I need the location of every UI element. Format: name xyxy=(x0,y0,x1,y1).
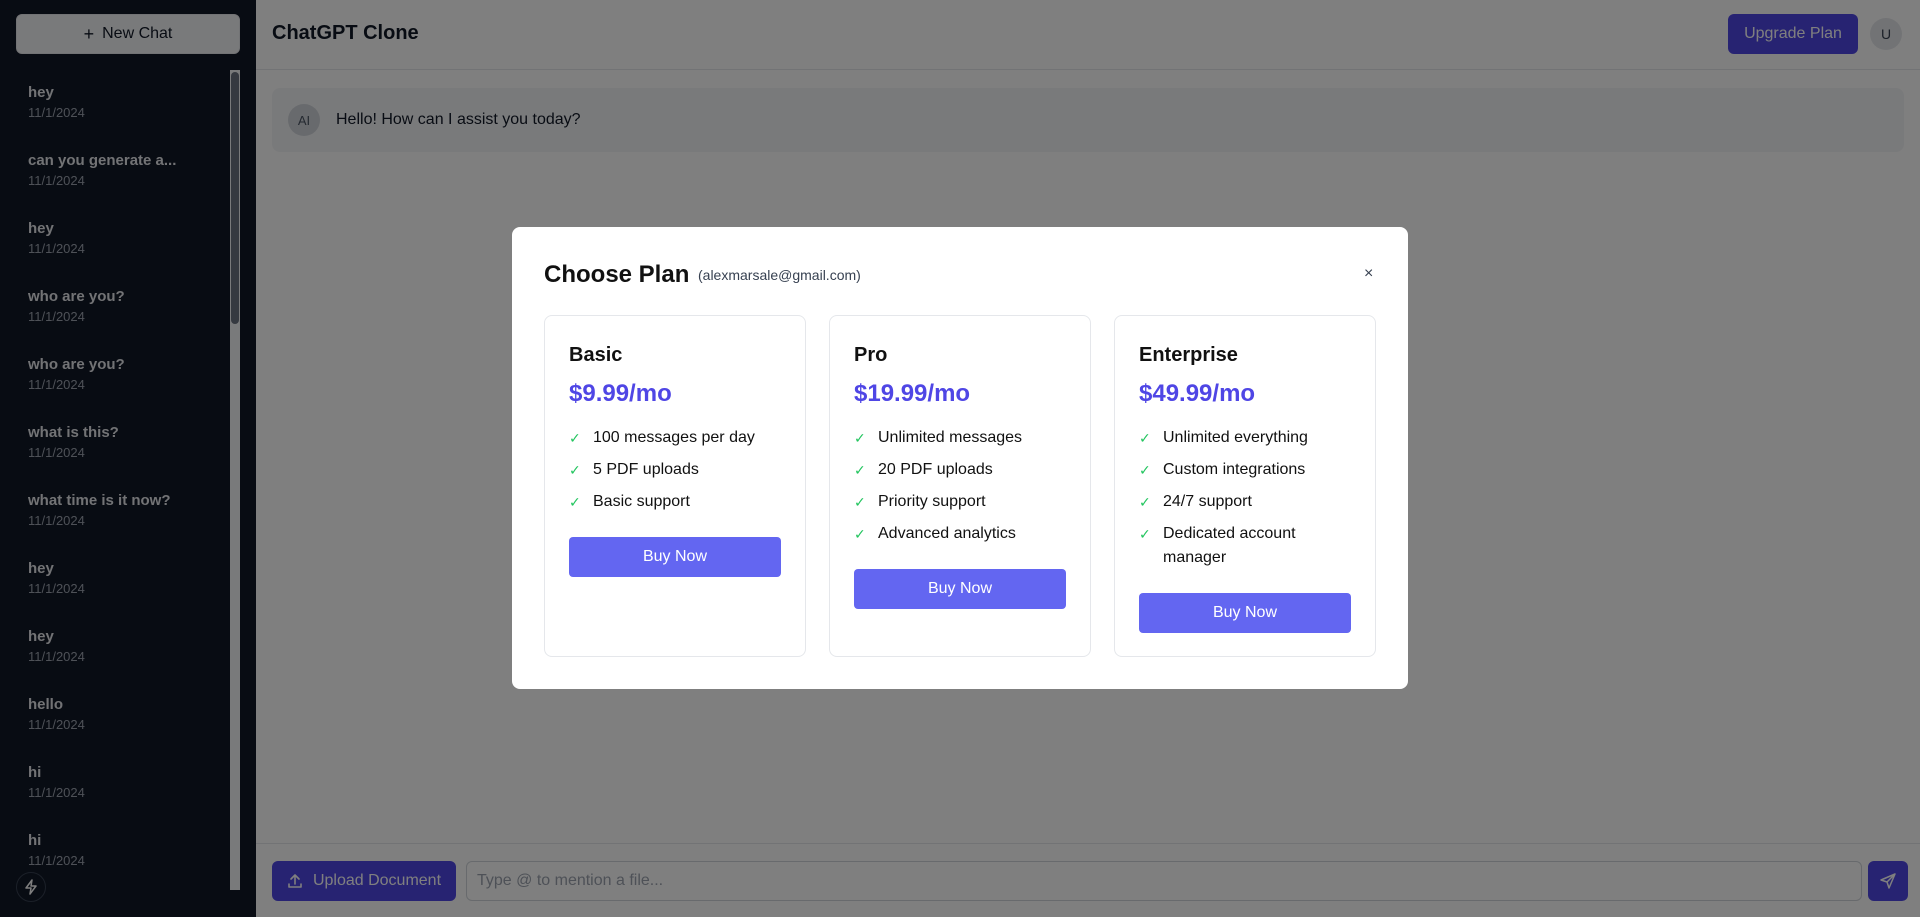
feature-list: ✓ 100 messages per day ✓ 5 PDF uploads ✓ Ba… xyxy=(569,426,789,522)
check-icon: ✓ xyxy=(1139,526,1151,542)
plan-price: $19.99/mo xyxy=(854,380,971,407)
feature-list: ✓ Unlimited messages ✓ 20 PDF uploads ✓ Pri… xyxy=(854,426,1074,554)
feature-text: Unlimited everything xyxy=(1163,429,1308,446)
check-icon: ✓ xyxy=(854,430,866,446)
feature-text: Basic support xyxy=(593,493,690,510)
check-icon: ✓ xyxy=(569,494,581,510)
feature-text: Unlimited messages xyxy=(878,429,1023,446)
check-icon: ✓ xyxy=(1139,462,1151,478)
feature-text: 100 messages per day xyxy=(593,429,755,446)
plan-card-enterprise: Enterprise $49.99/mo ✓ Unlimited everythi… xyxy=(1114,315,1376,657)
user-email: (alexmarsale@gmail.com) xyxy=(698,267,861,283)
feature-item: ✓ Priority support xyxy=(854,490,1074,514)
feature-text: 24/7 support xyxy=(1163,493,1252,510)
plan-name: Enterprise xyxy=(1139,344,1238,366)
check-icon: ✓ xyxy=(1139,494,1151,510)
buy-now-button-pro[interactable]: Buy Now xyxy=(854,569,1066,609)
feature-text: Dedicated account manager xyxy=(1163,525,1296,566)
feature-text: Priority support xyxy=(878,493,986,510)
feature-item: ✓ Dedicated account manager xyxy=(1139,522,1319,570)
buy-now-button-enterprise[interactable]: Buy Now xyxy=(1139,593,1351,633)
feature-item: ✓ Basic support xyxy=(569,490,789,514)
plan-price: $49.99/mo xyxy=(1139,380,1256,407)
feature-item: ✓ 20 PDF uploads xyxy=(854,458,1074,482)
modal-title: Choose Plan xyxy=(544,261,690,288)
plan-name: Pro xyxy=(854,344,888,366)
close-icon[interactable]: × xyxy=(1364,265,1373,283)
feature-item: ✓ 100 messages per day xyxy=(569,426,789,450)
check-icon: ✓ xyxy=(569,462,581,478)
plan-name: Basic xyxy=(569,344,623,366)
check-icon: ✓ xyxy=(854,526,866,542)
feature-text: Custom integrations xyxy=(1163,461,1306,478)
feature-item: ✓ Unlimited messages xyxy=(854,426,1074,450)
check-icon: ✓ xyxy=(854,462,866,478)
plan-price: $9.99/mo xyxy=(569,380,672,407)
feature-item: ✓ Unlimited everything xyxy=(1139,426,1359,450)
buy-now-button-basic[interactable]: Buy Now xyxy=(569,537,781,577)
check-icon: ✓ xyxy=(1139,430,1151,446)
check-icon: ✓ xyxy=(569,430,581,446)
feature-list: ✓ Unlimited everything ✓ Custom integratio… xyxy=(1139,426,1359,578)
feature-text: 5 PDF uploads xyxy=(593,461,699,478)
check-icon: ✓ xyxy=(854,494,866,510)
feature-item: ✓ 24/7 support xyxy=(1139,490,1359,514)
plan-card-basic: Basic $9.99/mo ✓ 100 messages per day ✓ 5 … xyxy=(544,315,806,657)
feature-text: 20 PDF uploads xyxy=(878,461,993,478)
feature-item: ✓ 5 PDF uploads xyxy=(569,458,789,482)
choose-plan-modal: Choose Plan (alexmarsale@gmail.com) × Ba… xyxy=(512,227,1408,689)
feature-item: ✓ Custom integrations xyxy=(1139,458,1359,482)
plan-card-pro: Pro $19.99/mo ✓ Unlimited messages ✓ 20 PD… xyxy=(829,315,1091,657)
feature-item: ✓ Advanced analytics xyxy=(854,522,1074,546)
feature-text: Advanced analytics xyxy=(878,525,1016,542)
